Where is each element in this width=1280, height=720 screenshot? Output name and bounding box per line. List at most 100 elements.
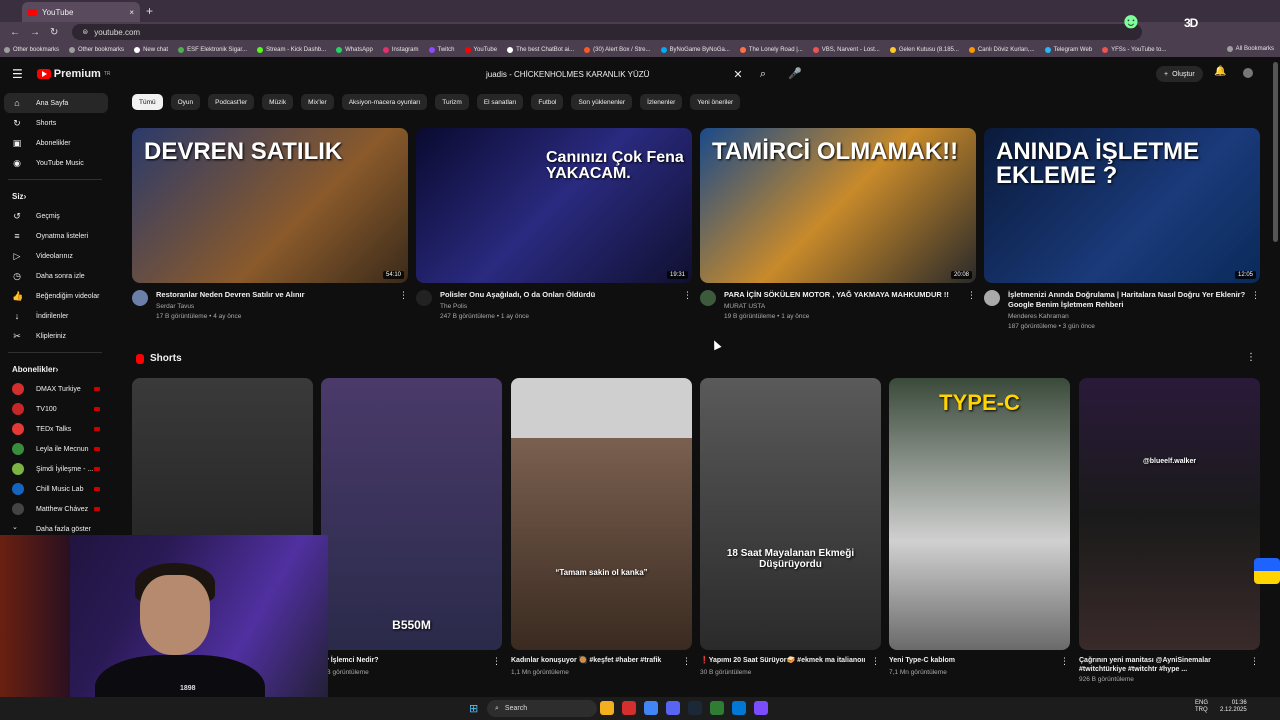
video-card[interactable]: ANINDA İŞLETME EKLEME ? 12:05 İşletmenizi … bbox=[984, 128, 1260, 330]
clock[interactable]: 01:36 2.12.2025 bbox=[1220, 700, 1247, 714]
video-thumbnail[interactable]: ANINDA İŞLETME EKLEME ? 12:05 bbox=[984, 128, 1260, 283]
reload-icon[interactable]: ↻ bbox=[50, 27, 58, 38]
filter-chip[interactable]: Son yüklenenler bbox=[571, 94, 633, 110]
sidebar-subscription[interactable]: Matthew Chávez bbox=[0, 499, 110, 519]
filter-chip[interactable]: İzlenenler bbox=[640, 94, 683, 110]
sidebar-item-you[interactable]: 👍 Beğendiğim videolar bbox=[0, 286, 110, 306]
steam-icon[interactable] bbox=[688, 701, 702, 715]
tab-youtube[interactable]: YouTube × bbox=[22, 2, 140, 22]
bookmark-item[interactable]: (30) Alert Box / Stre... bbox=[584, 46, 651, 53]
short-title[interactable]: Kadınlar konuşuyor 🥘 #keşfet #haber #tra… bbox=[511, 656, 682, 667]
windows-start-icon[interactable]: ⊞ bbox=[469, 702, 478, 715]
bookmark-item[interactable]: ByNoGame ByNoGa... bbox=[660, 46, 730, 53]
video-title[interactable]: İşletmenizi Anında Doğrulama | Haritalar… bbox=[1008, 290, 1250, 310]
video-title[interactable]: Restoranlar Neden Devren Satılır ve Alın… bbox=[156, 290, 398, 300]
short-card[interactable]: 18 Saat Mayalanan Ekmeği Düşürüyordu ❗Yap… bbox=[700, 378, 881, 676]
search-icon[interactable]: ⌕ bbox=[748, 68, 778, 81]
sidebar-subscription[interactable]: Leyla ile Mecnun bbox=[0, 439, 110, 459]
bookmark-item[interactable]: Other bookmarks bbox=[69, 46, 124, 53]
filter-chip[interactable]: Mix'ler bbox=[301, 94, 334, 110]
discord-icon[interactable] bbox=[666, 701, 680, 715]
taskbar-search[interactable]: ⌕ Search bbox=[487, 700, 597, 717]
sidebar-subscription[interactable]: TEDx Talks bbox=[0, 419, 110, 439]
shorts-more-icon[interactable]: ⋮ bbox=[1246, 352, 1256, 363]
more-options-icon[interactable]: ⋮ bbox=[682, 656, 692, 667]
bookmark-item[interactable]: New chat bbox=[134, 46, 168, 53]
bookmark-item[interactable]: YouTube bbox=[464, 46, 497, 53]
avatar[interactable] bbox=[1243, 68, 1253, 78]
sidebar-subscription[interactable]: TV100 bbox=[0, 399, 110, 419]
video-title[interactable]: Polisler Onu Aşağıladı, O da Onları Öldü… bbox=[440, 290, 682, 300]
short-thumbnail[interactable]: “Tamam sakin ol kanka” bbox=[511, 378, 692, 650]
more-options-icon[interactable]: ⋮ bbox=[1250, 656, 1260, 674]
video-channel[interactable]: The Polis bbox=[440, 303, 682, 310]
more-options-icon[interactable]: ⋮ bbox=[398, 290, 408, 320]
file-explorer-icon[interactable] bbox=[600, 701, 614, 715]
video-channel[interactable]: Serdar Tavus bbox=[156, 303, 398, 310]
video-channel[interactable]: Menderes Kahraman bbox=[1008, 313, 1250, 320]
menu-icon[interactable]: ☰ bbox=[12, 67, 23, 81]
video-card[interactable]: TAMİRCİ OLMAMAK!! 20:08 PARA İÇİN SÖKÜLEN … bbox=[700, 128, 976, 320]
sidebar-subscriptions-heading[interactable]: Abonelikler › bbox=[0, 359, 110, 379]
bookmark-item[interactable]: Telegram Web bbox=[1044, 46, 1092, 53]
obs-icon[interactable] bbox=[754, 701, 768, 715]
sidebar-item-you[interactable]: ↓ İndirilenler bbox=[0, 306, 110, 326]
short-thumbnail[interactable]: B550M bbox=[321, 378, 502, 650]
channel-avatar[interactable] bbox=[132, 290, 148, 306]
more-options-icon[interactable]: ⋮ bbox=[1250, 290, 1260, 330]
filter-chip[interactable]: Müzik bbox=[262, 94, 294, 110]
filter-chip[interactable]: Aksiyon-macera oyunları bbox=[341, 94, 428, 110]
short-title[interactable]: Çağrının yeni manitası @AyniSinemalar #t… bbox=[1079, 656, 1250, 674]
more-options-icon[interactable]: ⋮ bbox=[1060, 656, 1070, 667]
page-scrollbar[interactable] bbox=[1273, 62, 1278, 242]
bookmark-item[interactable]: YFSs - YouTube to... bbox=[1102, 46, 1166, 53]
bookmark-item[interactable]: Twitch bbox=[428, 46, 455, 53]
app-icon[interactable] bbox=[732, 701, 746, 715]
sidebar-item-you[interactable]: ≡ Oynatma listeleri bbox=[0, 226, 110, 246]
bookmark-item[interactable]: The best ChatBot ai... bbox=[507, 46, 574, 53]
sidebar-subscription[interactable]: Chill Music Lab bbox=[0, 479, 110, 499]
bell-icon[interactable]: 🔔 bbox=[1214, 66, 1226, 77]
filter-chip[interactable]: Yeni öneriler bbox=[690, 94, 741, 110]
bookmark-item[interactable]: Other bookmarks bbox=[4, 46, 59, 53]
sidebar-item-youtube-music[interactable]: ◉ YouTube Music bbox=[0, 153, 110, 173]
more-options-icon[interactable]: ⋮ bbox=[871, 656, 881, 667]
video-thumbnail[interactable]: Canınızı Çok Fena YAKACAM. 19:31 bbox=[416, 128, 692, 283]
short-card[interactable]: @blueelf.walker Çağrının yeni manitası @A… bbox=[1079, 378, 1260, 683]
create-button[interactable]: + Oluştur bbox=[1156, 66, 1203, 82]
sidebar-item-ana-sayfa[interactable]: ⌂ Ana Sayfa bbox=[4, 93, 108, 113]
more-options-icon[interactable]: ⋮ bbox=[492, 656, 502, 667]
short-title[interactable]: ay İşlemci Nedir? bbox=[321, 656, 492, 667]
tab-close-icon[interactable]: × bbox=[129, 8, 134, 17]
short-thumbnail[interactable]: @blueelf.walker bbox=[1079, 378, 1260, 650]
short-title[interactable]: Yeni Type-C kablom bbox=[889, 656, 1060, 667]
filter-chip[interactable]: Oyun bbox=[170, 94, 201, 110]
short-card[interactable]: TYPE-C Yeni Type-C kablom ⋮ 7,1 Mn görüntül… bbox=[889, 378, 1070, 676]
video-channel[interactable]: MURAT USTA bbox=[724, 303, 966, 310]
sidebar-item-shorts[interactable]: ↻ Shorts bbox=[0, 113, 110, 133]
bookmark-item[interactable]: Instagram bbox=[382, 46, 419, 53]
sidebar-item-you[interactable]: ✂ Klipleriniz bbox=[0, 326, 110, 346]
youtube-logo[interactable]: Premium TR bbox=[36, 68, 111, 80]
bookmark-item[interactable]: The Lonely Road |... bbox=[739, 46, 803, 53]
new-tab-button[interactable]: + bbox=[146, 4, 153, 18]
short-thumbnail[interactable]: 18 Saat Mayalanan Ekmeği Düşürüyordu bbox=[700, 378, 881, 650]
chrome-icon[interactable] bbox=[644, 701, 658, 715]
bookmark-item[interactable]: All Bookmarks bbox=[1226, 46, 1274, 52]
short-card[interactable]: “Tamam sakin ol kanka” Kadınlar konuşuyor… bbox=[511, 378, 692, 676]
mic-icon[interactable]: 🎤 bbox=[788, 67, 802, 80]
sidebar-item-abonelikler[interactable]: ▣ Abonelikler bbox=[0, 133, 110, 153]
clear-search-icon[interactable]: ✕ bbox=[728, 68, 748, 81]
bookmark-item[interactable]: Stream - Kick Dashb... bbox=[257, 46, 326, 53]
video-card[interactable]: DEVREN SATILIK 54:10 Restoranlar Neden Dev… bbox=[132, 128, 408, 320]
short-title[interactable]: ❗Yapımı 20 Saat Sürüyor🥪 #ekmek ma itali… bbox=[700, 656, 871, 667]
video-card[interactable]: Canınızı Çok Fena YAKACAM. 19:31 Polisler … bbox=[416, 128, 692, 320]
filter-chip[interactable]: Turizm bbox=[435, 94, 469, 110]
filter-chip[interactable]: Futbol bbox=[531, 94, 564, 110]
bookmark-item[interactable]: Gelen Kutusu (8.185... bbox=[889, 46, 959, 53]
more-options-icon[interactable]: ⋮ bbox=[966, 290, 976, 320]
short-thumbnail[interactable]: TYPE-C bbox=[889, 378, 1070, 650]
channel-avatar[interactable] bbox=[416, 290, 432, 306]
bookmark-item[interactable]: Canlı Döviz Kurları,... bbox=[968, 46, 1035, 53]
filter-chip[interactable]: Podcast'ler bbox=[208, 94, 255, 110]
